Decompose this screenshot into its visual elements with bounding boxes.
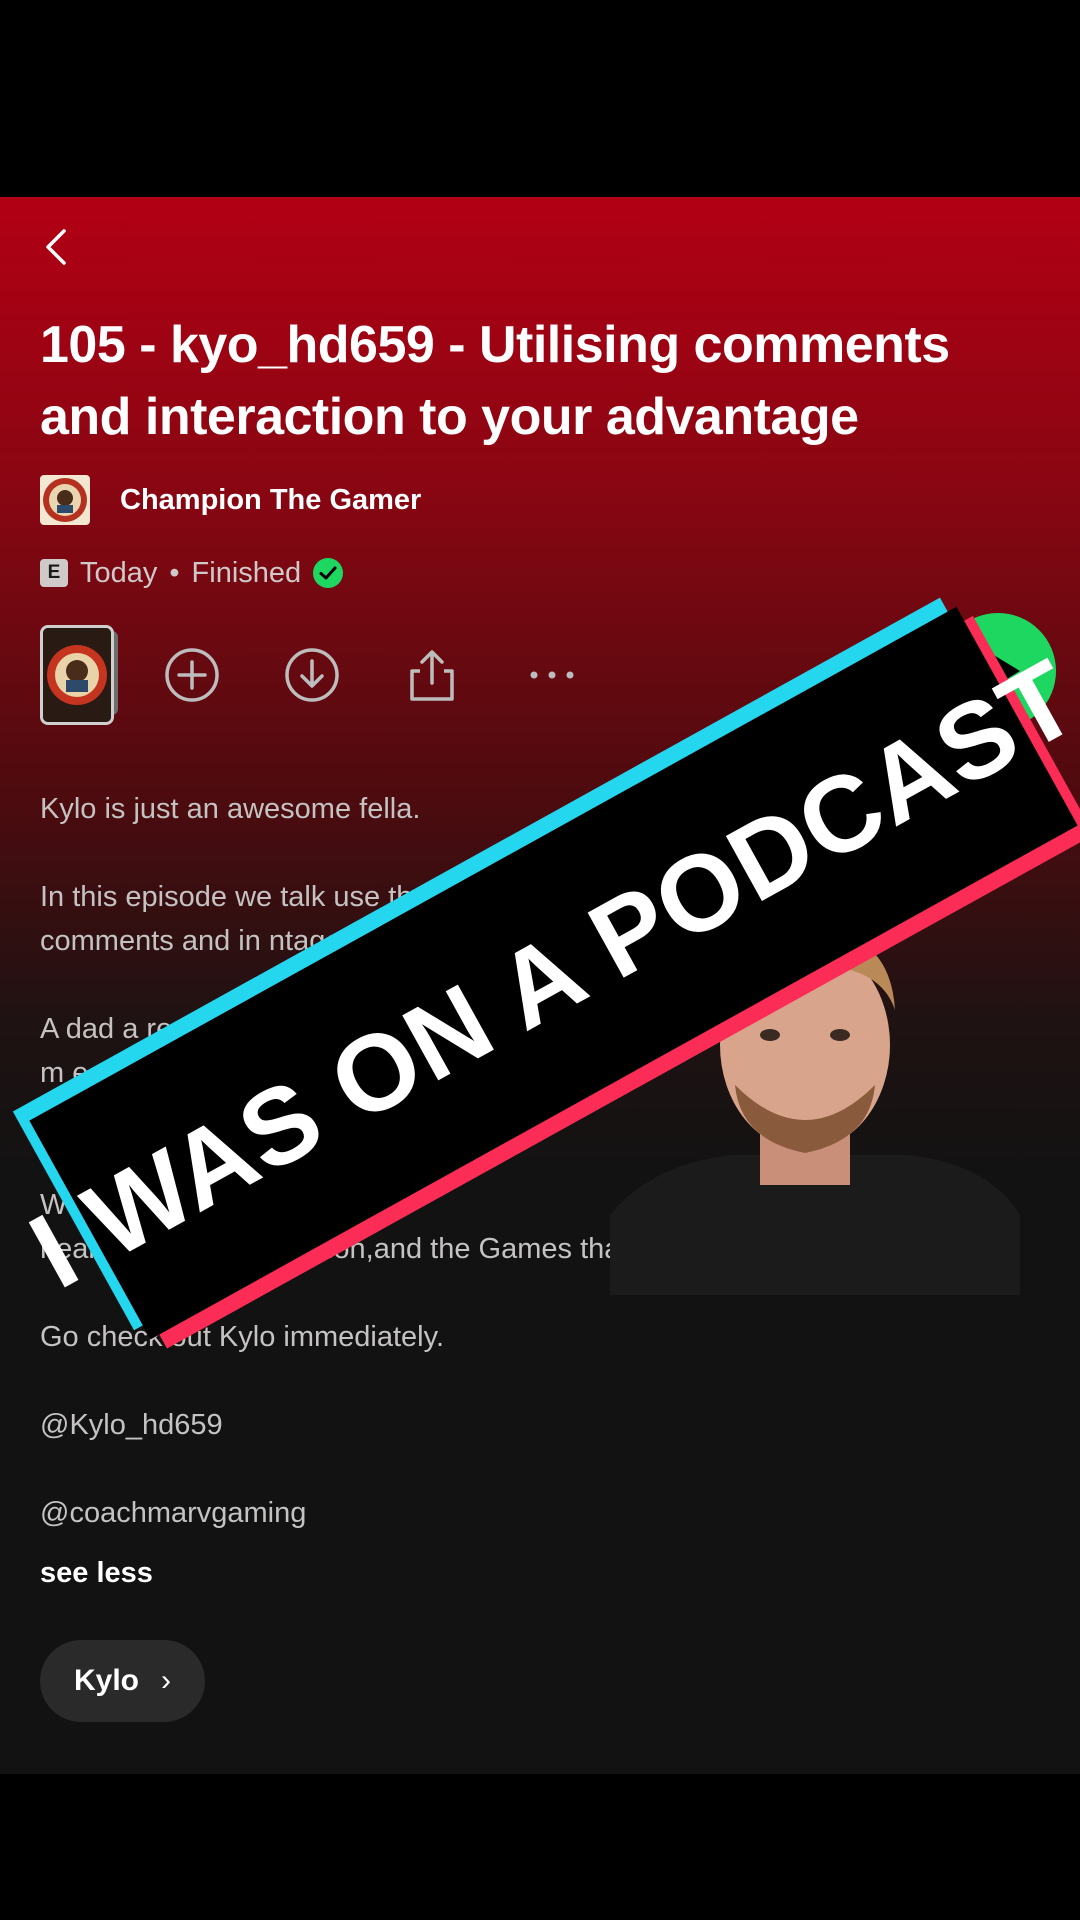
check-circle-icon (313, 558, 344, 588)
episode-description: Kylo is just an awesome fella. In this e… (40, 787, 1050, 1535)
play-button[interactable] (940, 613, 1056, 729)
show-name: Champion The Gamer (120, 483, 422, 516)
description-paragraph: We rd out about, o a health to content c… (40, 1189, 661, 1265)
play-icon (982, 648, 1020, 694)
download-icon[interactable] (284, 647, 340, 703)
episode-status: Finished (191, 556, 302, 589)
share-icon[interactable] (404, 647, 460, 703)
description-mention-link[interactable]: @Kylo_hd659 (40, 1403, 1050, 1447)
action-bar (40, 613, 1060, 729)
plus-circle-icon[interactable] (164, 647, 220, 703)
description-paragraph: A dad a reak he m e presen v he b (40, 1013, 248, 1133)
description-paragraph: Go check out Kylo immediately. (40, 1321, 445, 1353)
show-link[interactable]: Champion The Gamer (40, 475, 421, 525)
episode-date: Today (80, 556, 158, 589)
see-less-button[interactable]: see less (40, 1557, 153, 1590)
back-button[interactable] (38, 227, 78, 267)
episode-title: 105 - kyo_hd659 - Utilising comments and… (40, 316, 950, 446)
episode-screen: 105 - kyo_hd659 - Utilising comments and… (0, 197, 1080, 1774)
description-paragraph: Kylo is just an awesome fella. (40, 793, 421, 825)
chip-label: Kylo (74, 1664, 140, 1697)
chevron-left-icon (46, 229, 66, 265)
explicit-badge: E (40, 559, 68, 587)
description-paragraph: In this episode we talk use the comments… (40, 881, 429, 957)
episode-cover-button[interactable] (40, 625, 114, 725)
show-artwork (40, 475, 90, 525)
description-mention-link[interactable]: @coachmarvgaming (40, 1491, 1050, 1535)
chevron-right-icon: › (161, 1664, 172, 1697)
episode-meta: E Today • Finished (40, 553, 344, 593)
meta-separator: • (169, 556, 180, 589)
topic-chip[interactable]: Kylo › (40, 1640, 206, 1722)
more-icon[interactable] (524, 647, 580, 703)
